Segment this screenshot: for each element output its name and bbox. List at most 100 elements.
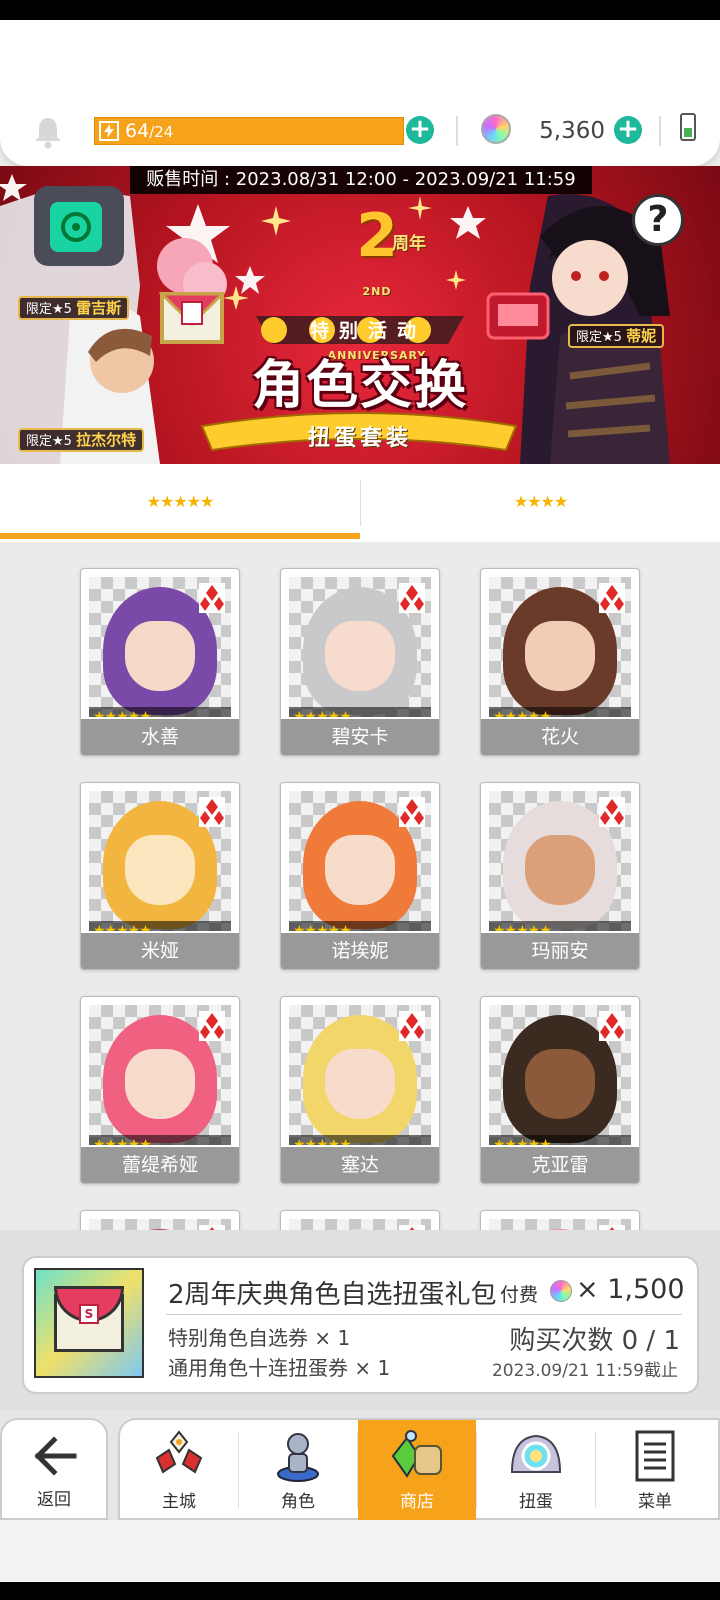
character-card[interactable] <box>480 1210 640 1230</box>
nav-item-menu[interactable]: 菜单 <box>596 1420 714 1520</box>
energy-current: 64 <box>125 120 150 142</box>
diamond-suit-icon <box>199 583 225 613</box>
character-card[interactable]: ★★★★★ 米娅 <box>80 782 240 970</box>
pack-title: 2周年庆典角色自选扭蛋礼包 <box>168 1280 497 1310</box>
character-portrait <box>89 1219 231 1230</box>
character-card[interactable]: ★★★★★ 玛丽安 <box>480 782 640 970</box>
pay-gem-icon <box>550 1280 572 1302</box>
character-portrait: ★★★★★ <box>89 791 231 931</box>
character-portrait: ★★★★★ <box>89 577 231 717</box>
character-portrait <box>489 1219 631 1230</box>
tab-4-star[interactable]: ★★★★ <box>361 464 720 542</box>
rarity-stars: ★★★★★ <box>289 1135 431 1145</box>
banner-main-title: 角色交换 <box>251 356 468 416</box>
pack-seal: S <box>79 1304 99 1324</box>
energy-bolt-icon <box>99 121 119 141</box>
character-portrait: ★★★★★ <box>489 577 631 717</box>
castle-icon <box>155 1430 203 1474</box>
character-name: 克亚雷 <box>481 1147 639 1183</box>
character-portrait: ★★★★★ <box>89 1005 231 1145</box>
nav-label: 菜单 <box>638 1492 672 1512</box>
character-icon <box>277 1433 319 1482</box>
character-portrait: ★★★★★ <box>489 1005 631 1145</box>
character-card[interactable] <box>280 1210 440 1230</box>
top-hud: 64/24 + 5,360 + <box>0 96 720 166</box>
character-portrait <box>289 1219 431 1230</box>
character-portrait: ★★★★★ <box>289 1005 431 1145</box>
portrait-face <box>525 621 595 691</box>
diamond-suit-icon <box>399 797 425 827</box>
system-navigation-bar <box>0 1582 720 1600</box>
character-card[interactable]: ★★★★★ 塞达 <box>280 996 440 1184</box>
gem-icon <box>481 114 511 144</box>
rarity-stars: ★★★★★ <box>289 707 431 717</box>
sale-period: 贩售时间 : 2023.08/31 12:00 - 2023.09/21 11:… <box>130 166 592 194</box>
bottom-nav: 主城 角色 商店 扭蛋 菜单 <box>118 1418 720 1520</box>
menu-icon <box>635 1430 675 1482</box>
diamond-suit-icon <box>599 797 625 827</box>
nav-label: 扭蛋 <box>519 1492 553 1512</box>
character-card[interactable]: ★★★★★ 水善 <box>80 568 240 756</box>
portrait-face <box>325 621 395 691</box>
back-label: 返回 <box>37 1490 71 1510</box>
top-blank-area <box>0 20 720 100</box>
nav-label: 主城 <box>162 1492 196 1512</box>
character-card[interactable] <box>80 1210 240 1230</box>
character-portrait: ★★★★★ <box>289 577 431 717</box>
character-name: 水善 <box>81 719 239 755</box>
hud-divider <box>456 116 458 146</box>
character-name: 花火 <box>481 719 639 755</box>
pack-deadline: 2023.09/21 11:59截止 <box>491 1361 678 1381</box>
banner-subtitle: 扭蛋套装 <box>307 426 412 451</box>
featured-character-tag: 限定★5 雷吉斯 <box>18 296 130 320</box>
portrait-face <box>525 835 595 905</box>
character-name: 诺埃妮 <box>281 933 439 969</box>
system-status-bar <box>0 0 720 20</box>
character-card[interactable]: ★★★★★ 花火 <box>480 568 640 756</box>
character-name: 玛丽安 <box>481 933 639 969</box>
pack-item: 特别角色自选券 × 1 <box>168 1326 351 1350</box>
nav-item-castle[interactable]: 主城 <box>120 1420 238 1520</box>
portrait-face <box>125 835 195 905</box>
pack-envelope-icon: S <box>34 1268 144 1378</box>
character-name: 碧安卡 <box>281 719 439 755</box>
shop-icon <box>391 1430 442 1478</box>
pack-divider <box>166 1314 682 1315</box>
help-button[interactable]: ? <box>632 194 684 246</box>
rarity-stars: ★★★★★ <box>489 1135 631 1145</box>
portrait-face <box>325 835 395 905</box>
gacha-icon <box>510 1434 562 1473</box>
energy-bar: 64/24 <box>94 117 404 145</box>
character-card[interactable]: ★★★★★ 蕾缇希娅 <box>80 996 240 1184</box>
character-card[interactable]: ★★★★★ 克亚雷 <box>480 996 640 1184</box>
rarity-stars: ★★★★★ <box>89 1135 231 1145</box>
featured-character-tag: 限定★5 拉杰尔特 <box>18 428 145 452</box>
diamond-suit-icon <box>199 1011 225 1041</box>
nav-label: 商店 <box>400 1492 434 1512</box>
character-card[interactable]: ★★★★★ 碧安卡 <box>280 568 440 756</box>
pack-price: × 1,500 <box>576 1274 685 1305</box>
portrait-face <box>325 1049 395 1119</box>
add-gems-button[interactable]: + <box>614 116 642 144</box>
character-name: 米娅 <box>81 933 239 969</box>
energy-value: 64/24 <box>125 118 173 145</box>
notification-bell-icon[interactable] <box>30 114 66 150</box>
hud-divider <box>659 116 661 146</box>
active-tab-indicator <box>0 533 360 539</box>
nav-item-gacha[interactable]: 扭蛋 <box>477 1420 595 1520</box>
add-energy-button[interactable]: + <box>406 116 434 144</box>
pack-item: 通用角色十连扭蛋券 × 1 <box>168 1356 391 1380</box>
nav-item-shop[interactable]: 商店 <box>358 1420 476 1520</box>
diamond-suit-icon <box>399 1011 425 1041</box>
featured-character-tag: 限定★5 蒂妮 <box>568 324 665 348</box>
portrait-face <box>525 1049 595 1119</box>
anniversary-logo: 2 周年 2ND ANNIVERSARY <box>312 204 442 362</box>
nav-item-character[interactable]: 角色 <box>239 1420 357 1520</box>
tab-5-star[interactable]: ★★★★★ <box>0 464 360 542</box>
back-button[interactable]: 返回 <box>0 1418 108 1520</box>
character-card[interactable]: ★★★★★ 诺埃妮 <box>280 782 440 970</box>
character-name: 塞达 <box>281 1147 439 1183</box>
character-portrait: ★★★★★ <box>289 791 431 931</box>
portrait-face <box>125 1049 195 1119</box>
diamond-suit-icon <box>199 797 225 827</box>
